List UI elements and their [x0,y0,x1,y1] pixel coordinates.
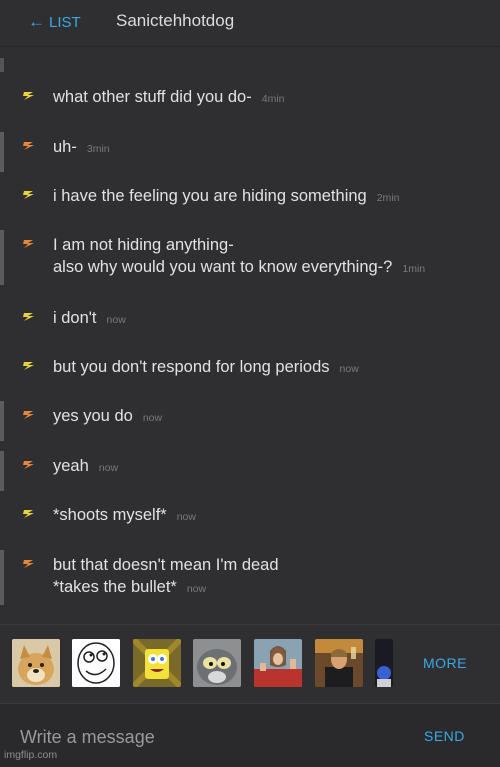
message-timestamp: now [142,412,163,424]
message-timestamp: now [98,462,119,474]
lightning-icon [22,506,36,518]
message-line: uh- 3min [53,136,110,160]
lightning-icon [22,556,36,568]
message-received: uh- 3min [0,132,500,172]
partial-sticker[interactable] [375,639,393,687]
watermark: imgflip.com [4,749,58,761]
message-sent: i have the feeling you are hiding someth… [0,181,500,221]
message-text: I am not hiding anything-also why would … [53,234,425,280]
message-text: uh- 3min [53,136,110,160]
message-body: what other stuff did you do- [53,88,252,106]
message-body: yeah [53,457,89,475]
message-timestamp: 3min [86,143,110,155]
message-line: yeah now [53,455,118,479]
buddy-christ-sticker[interactable] [254,639,302,687]
message-body: yes you do [53,407,133,425]
message-timestamp: now [176,511,196,523]
message-input[interactable] [18,722,382,752]
composer: SEND [0,703,500,767]
tom-cat-sticker[interactable] [193,639,241,687]
message-line: *shoots myself* now [53,504,196,528]
lightning-icon [22,457,36,469]
message-sent: i don't now [0,303,500,343]
message-text: yeah now [53,455,118,479]
message-text: *shoots myself* now [53,504,196,528]
back-arrow-icon: ← [28,12,45,31]
message-body: i don't [53,309,97,327]
scroll-indicator [0,58,4,72]
message-line: *takes the bullet* now [53,576,279,600]
message-sent: what other stuff did you do- 4min [0,82,500,122]
lightning-icon [22,138,36,150]
message-line: but you don't respond for long periods no… [53,356,359,380]
message-received: yes you do now [0,401,500,441]
lightning-icon [22,309,36,321]
top-bar: ← LIST Sanictehhotdog [0,0,500,47]
received-indicator-bar [0,550,4,605]
message-body: *takes the bullet* [53,578,177,596]
spongebob-imagination-sticker[interactable] [133,639,181,687]
sticker-bar: MORE [0,624,500,703]
message-body: but you don't respond for long periods [53,358,330,376]
back-label: LIST [49,13,81,31]
received-indicator-bar [0,132,4,172]
chat-title: Sanictehhotdog [116,11,235,30]
doge-sticker[interactable] [12,639,60,687]
lightning-icon [22,407,36,419]
message-text: i don't now [53,307,126,331]
message-timestamp: now [106,314,126,326]
message-text: what other stuff did you do- 4min [53,86,285,110]
message-text: but you don't respond for long periods no… [53,356,359,380]
message-timestamp: 2min [376,192,400,204]
message-line: yes you do now [53,405,162,429]
message-line: I am not hiding anything- [53,236,234,254]
message-body: also why would you want to know everythi… [53,258,393,276]
message-line: i have the feeling you are hiding someth… [53,185,399,209]
received-indicator-bar [0,401,4,441]
message-timestamp: 4min [261,93,285,105]
message-line: also why would you want to know everythi… [53,256,425,280]
lightning-icon [22,236,36,248]
message-received: I am not hiding anything-also why would … [0,230,500,285]
received-indicator-bar [0,451,4,491]
message-text: i have the feeling you are hiding someth… [53,185,399,209]
message-line: i don't now [53,307,126,331]
message-sent: but you don't respond for long periods no… [0,352,500,392]
message-body: i have the feeling you are hiding someth… [53,187,367,205]
message-timestamp: now [339,363,359,375]
received-indicator-bar [0,230,4,285]
lightning-icon [22,88,36,100]
message-timestamp: 1min [402,263,426,275]
send-button[interactable]: SEND [424,728,465,744]
message-body: *shoots myself* [53,506,167,524]
lightning-icon [22,358,36,370]
message-text: yes you do now [53,405,162,429]
message-sent: *shoots myself* now [0,500,500,540]
message-timestamp: now [186,583,207,595]
message-text: but that doesn't mean I'm dead *takes the… [53,554,279,600]
message-body: uh- [53,138,77,156]
message-received: yeah now [0,451,500,491]
back-to-list-button[interactable]: ← LIST [28,12,81,32]
lightning-icon [22,187,36,199]
leonardo-toast-sticker[interactable] [315,639,363,687]
more-stickers-button[interactable]: MORE [423,655,467,671]
message-line: what other stuff did you do- 4min [53,86,285,110]
message-line: but that doesn't mean I'm dead [53,556,279,574]
derp-face-sticker[interactable] [72,639,120,687]
message-received: but that doesn't mean I'm dead *takes the… [0,550,500,605]
